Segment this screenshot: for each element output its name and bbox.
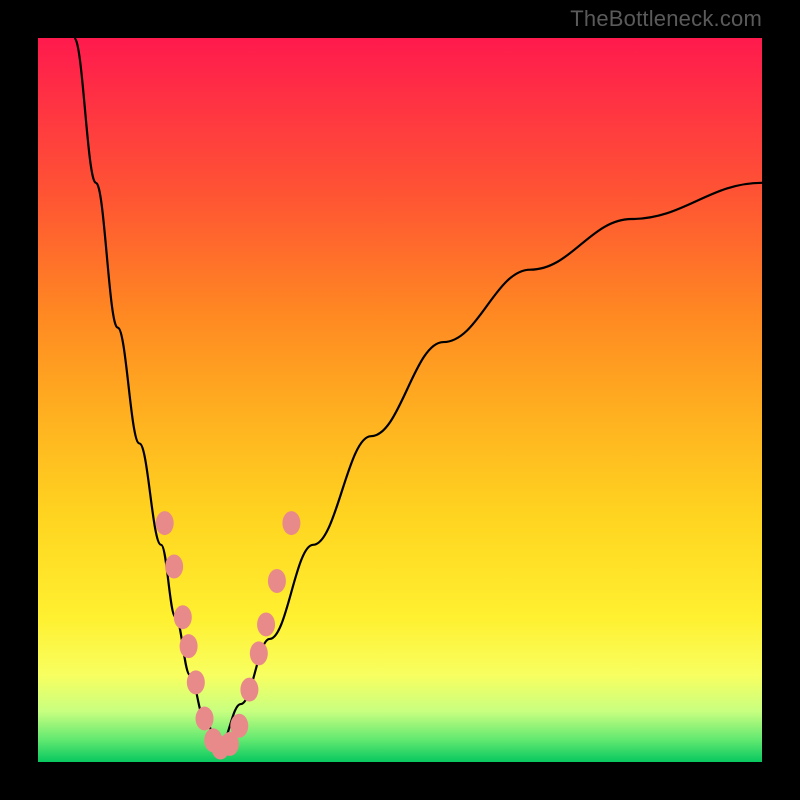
curve-right-branch [219,183,762,748]
marker-left-5 [196,707,214,731]
chart-svg [0,0,800,800]
marker-left-0 [156,511,174,535]
curve-left-branch [74,38,219,748]
marker-right-3 [250,641,268,665]
marker-left-1 [165,555,183,579]
marker-left-3 [180,634,198,658]
marker-left-4 [187,670,205,694]
marker-right-6 [282,511,300,535]
marker-right-4 [257,612,275,636]
chart-frame: TheBottleneck.com [0,0,800,800]
marker-left-2 [174,605,192,629]
marker-right-1 [230,714,248,738]
marker-right-2 [240,678,258,702]
marker-right-5 [268,569,286,593]
